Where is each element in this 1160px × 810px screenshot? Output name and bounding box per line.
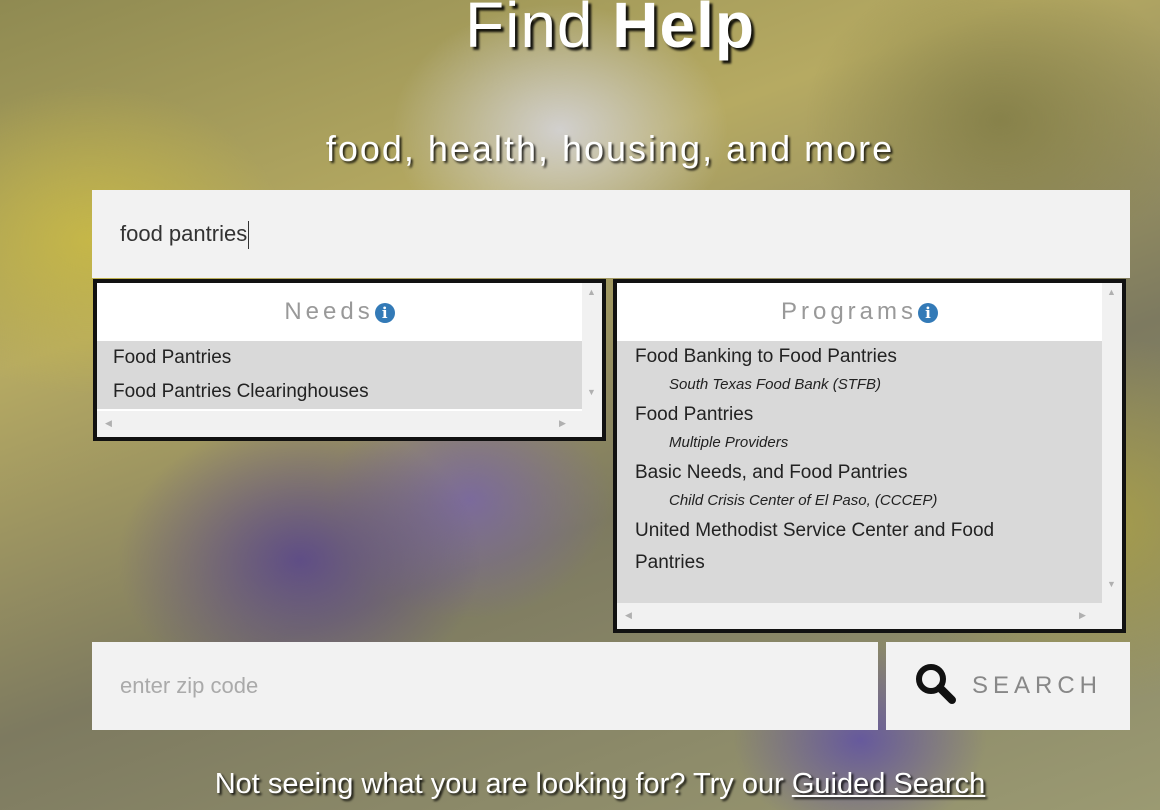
zip-code-input[interactable] [92,642,878,730]
search-input[interactable]: food pantries [92,190,1130,278]
program-name: Food Banking to Food Pantries [635,346,897,367]
programs-vertical-scrollbar[interactable]: ▲ ▼ [1102,283,1122,603]
program-name-continued: Pantries [635,552,705,573]
needs-header-label: Needs [284,298,374,325]
info-icon[interactable]: i [374,303,395,323]
program-entry[interactable]: Food Pantries Multiple Providers [617,399,1102,455]
search-input-value: food pantries [120,221,248,246]
scroll-down-arrow[interactable]: ▼ [1107,579,1116,589]
needs-vertical-scrollbar[interactable]: ▲ ▼ [582,283,602,411]
program-name: Food Pantries [635,404,754,425]
needs-list: Food Pantries Food Pantries Clearinghous… [97,341,582,409]
needs-header: Needs i [97,283,582,341]
guided-search-link[interactable]: Guided Search [792,768,985,800]
needs-dropdown: Needs i Food Pantries Food Pantries Clear… [93,279,606,441]
programs-header-label: Programs [780,298,918,325]
scroll-left-arrow[interactable]: ◀ [105,418,112,429]
guided-search-text: Not seeing what you are looking for? Try… [214,768,784,800]
scroll-left-arrow[interactable]: ◀ [625,610,632,621]
text-cursor [248,221,250,250]
title-help: Help [612,0,755,61]
scroll-right-arrow[interactable]: ▶ [559,418,566,429]
page-title: Find Help [0,0,1160,62]
program-provider: South Texas Food Bank (STFB) [669,376,882,393]
programs-header: Programs i [617,283,1102,341]
needs-item-food-pantries[interactable]: Food Pantries [97,341,582,375]
program-entry[interactable]: United Methodist Service Center and Food… [617,515,1102,579]
needs-item-food-pantries-clearinghouses[interactable]: Food Pantries Clearinghouses [97,375,582,409]
page-subtitle: food, health, housing, and more [325,128,895,169]
program-entry[interactable]: Food Banking to Food Pantries South Texa… [617,341,1102,397]
title-find: Find [465,0,594,61]
scroll-up-arrow[interactable]: ▲ [587,287,596,297]
info-icon[interactable]: i [918,303,939,323]
programs-horizontal-scrollbar[interactable]: ◀ ▶ [617,603,1122,629]
search-button[interactable]: SEARCH [886,642,1130,730]
program-provider: Child Crisis Center of El Paso, (CCCEP) [669,492,938,509]
needs-horizontal-scrollbar[interactable]: ◀ ▶ [97,411,602,437]
program-provider: Multiple Providers [669,434,789,451]
program-name: United Methodist Service Center and Food [635,520,995,541]
programs-dropdown: Programs i Food Banking to Food Pantries … [613,279,1126,633]
magnifier-icon [914,662,958,711]
programs-list: Food Banking to Food Pantries South Texa… [617,341,1102,603]
program-entry[interactable]: Basic Needs, and Food Pantries Child Cri… [617,457,1102,513]
search-button-label: SEARCH [971,672,1103,699]
scroll-down-arrow[interactable]: ▼ [587,387,596,397]
scroll-right-arrow[interactable]: ▶ [1079,610,1086,621]
program-name: Basic Needs, and Food Pantries [635,462,908,483]
scroll-up-arrow[interactable]: ▲ [1107,287,1116,297]
guided-search-prompt: Not seeing what you are looking for? Try… [0,768,1160,801]
